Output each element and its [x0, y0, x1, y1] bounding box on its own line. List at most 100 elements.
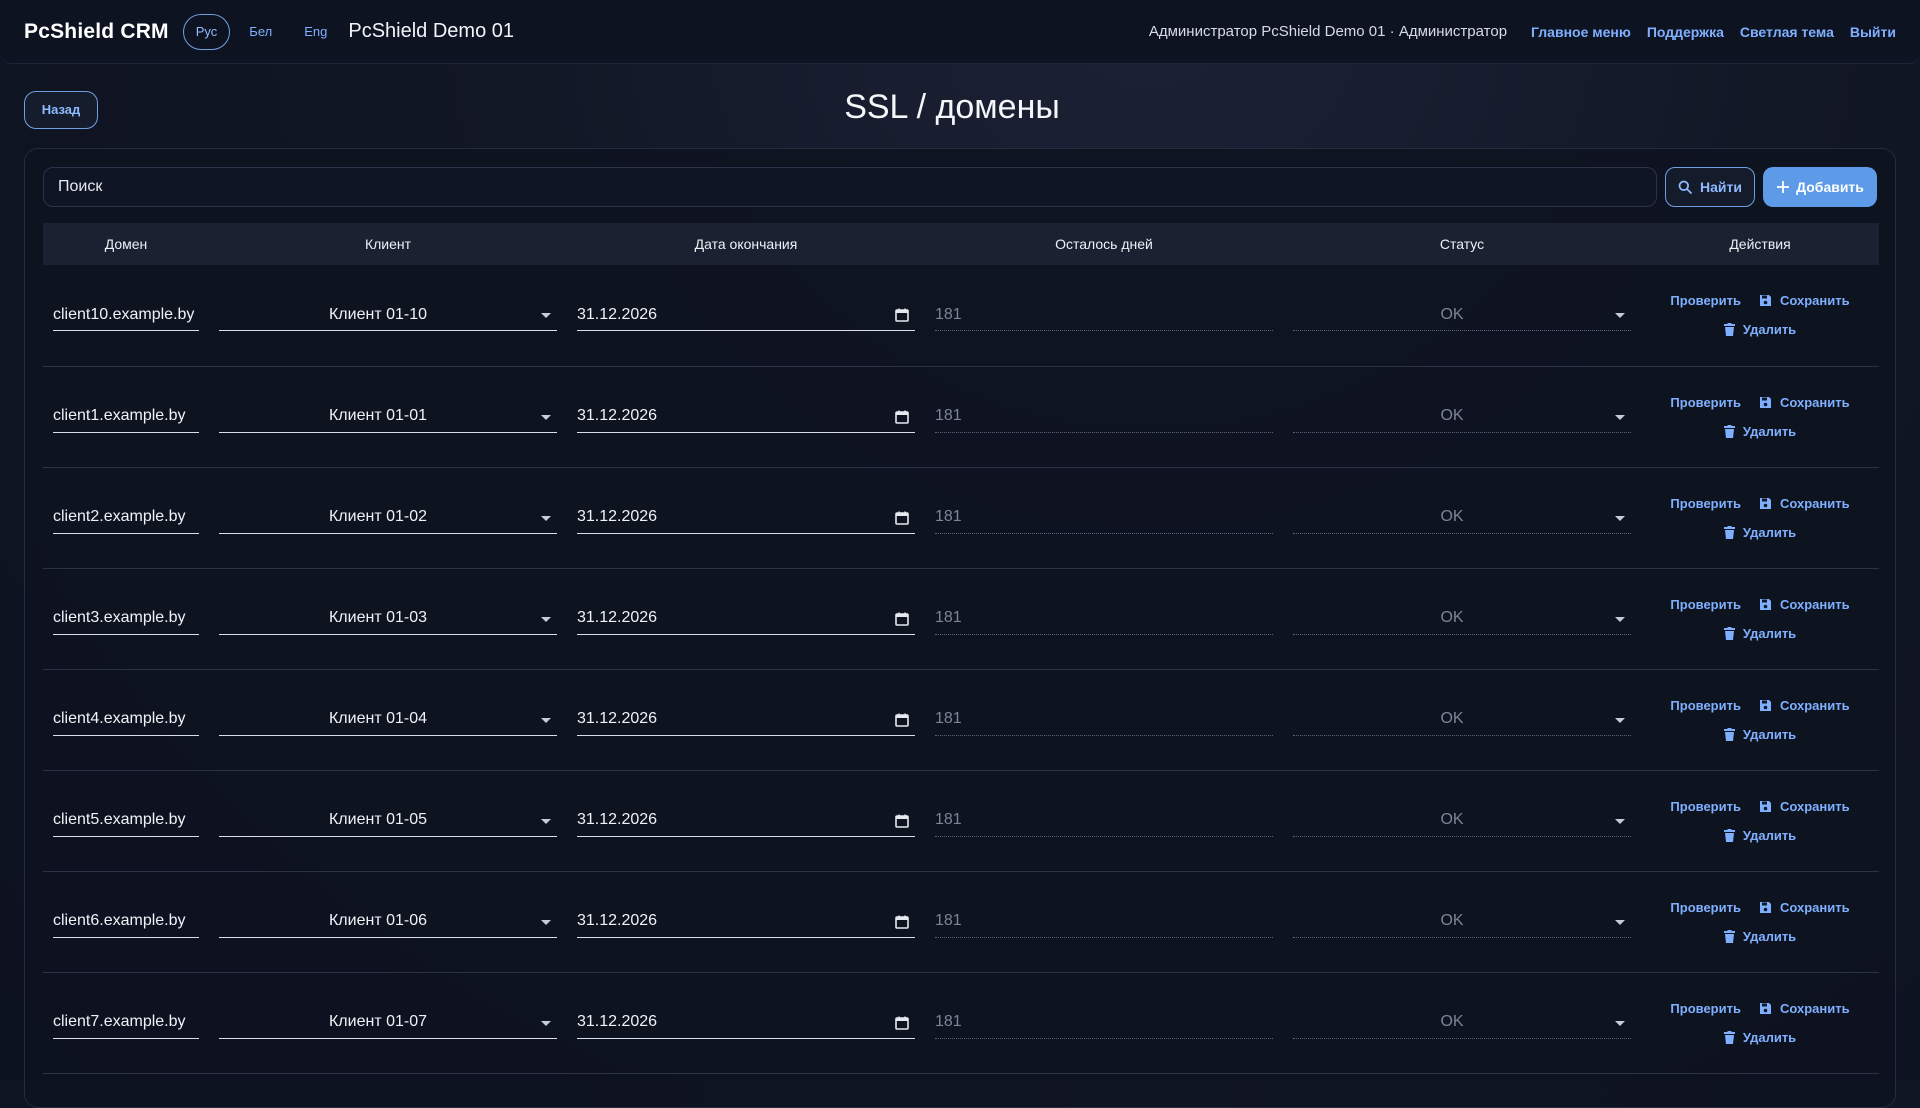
days-left-field: 181 — [935, 401, 1273, 433]
save-button[interactable]: Сохранить — [1759, 496, 1850, 511]
top-bar: PcShield CRM Рус Бел Eng PcShield Demo 0… — [0, 0, 1920, 64]
calendar-icon[interactable] — [895, 612, 909, 626]
calendar-icon[interactable] — [895, 915, 909, 929]
calendar-icon[interactable] — [895, 410, 909, 424]
calendar-icon[interactable] — [895, 814, 909, 828]
delete-button[interactable]: Удалить — [1723, 626, 1796, 641]
client-select[interactable]: Клиент 01-01 — [219, 401, 557, 433]
trash-icon — [1723, 929, 1735, 943]
status-select[interactable]: OK — [1293, 805, 1631, 837]
delete-button[interactable]: Удалить — [1723, 928, 1797, 944]
client-select[interactable]: Клиент 01-05 — [219, 805, 557, 837]
client-select[interactable]: Клиент 01-02 — [219, 502, 557, 534]
domain-input[interactable]: client7.example.by — [53, 1007, 199, 1039]
status-value: OK — [1440, 305, 1464, 323]
days-left-value: 181 — [935, 305, 962, 323]
save-button-label: Сохранить — [1779, 394, 1850, 410]
row-actions-top: Проверить Сохранить — [1670, 799, 1849, 814]
find-button-label: Найти — [1700, 179, 1742, 195]
save-button[interactable]: Сохранить — [1759, 597, 1850, 612]
expiry-date-input[interactable]: 31.12.2026 — [577, 805, 915, 837]
delete-button-label: Удалить — [1742, 928, 1797, 944]
check-button[interactable]: Проверить — [1670, 1001, 1741, 1016]
check-button-label: Проверить — [1670, 394, 1741, 410]
client-value: Клиент 01-01 — [328, 407, 428, 424]
search-input[interactable] — [43, 167, 1657, 207]
check-button[interactable]: Проверить — [1670, 900, 1741, 915]
domain-input[interactable]: client1.example.by — [53, 401, 199, 433]
expiry-date-input[interactable]: 31.12.2026 — [577, 299, 915, 332]
save-button[interactable]: Сохранить — [1759, 395, 1850, 410]
status-select[interactable]: OK — [1293, 401, 1631, 433]
client-select[interactable]: Клиент 01-04 — [219, 704, 557, 736]
main-menu-link[interactable]: Главное меню — [1531, 24, 1631, 40]
trash-icon — [1723, 1030, 1735, 1044]
expiry-date-input[interactable]: 31.12.2026 — [577, 704, 915, 736]
delete-button[interactable]: Удалить — [1723, 424, 1796, 439]
delete-button[interactable]: Удалить — [1723, 828, 1796, 843]
delete-button[interactable]: Удалить — [1723, 727, 1796, 742]
expiry-date-input[interactable]: 31.12.2026 — [577, 401, 915, 433]
status-select[interactable]: OK — [1293, 502, 1631, 534]
lang-ru-button[interactable]: Рус — [182, 13, 231, 50]
domain-input[interactable]: client5.example.by — [53, 805, 199, 837]
support-link[interactable]: Поддержка — [1647, 24, 1724, 40]
brand-logo[interactable]: PcShield CRM — [24, 20, 169, 44]
expiry-date-input[interactable]: 31.12.2026 — [577, 1007, 915, 1039]
find-button[interactable]: Найти — [1665, 167, 1755, 207]
delete-button[interactable]: Удалить — [1723, 525, 1796, 540]
client-select[interactable]: Клиент 01-03 — [219, 603, 557, 635]
calendar-icon[interactable] — [895, 1016, 909, 1030]
save-button[interactable]: Сохранить — [1759, 799, 1850, 814]
lang-be-button[interactable]: Бел — [236, 14, 285, 50]
calendar-icon[interactable] — [895, 308, 909, 323]
domain-input[interactable]: client6.example.by — [53, 906, 199, 938]
status-select[interactable]: OK — [1293, 603, 1631, 635]
expiry-date-value: 31.12.2026 — [577, 609, 658, 626]
check-button[interactable]: Проверить — [1670, 698, 1741, 713]
expiry-date-input[interactable]: 31.12.2026 — [577, 502, 915, 534]
domain-value: client4.example.by — [53, 710, 186, 727]
chevron-down-icon — [1615, 313, 1625, 319]
domain-input[interactable]: client4.example.by — [53, 704, 199, 736]
add-button[interactable]: Добавить — [1763, 167, 1877, 207]
expiry-date-value: 31.12.2026 — [577, 710, 658, 727]
calendar-icon[interactable] — [895, 511, 909, 525]
check-button[interactable]: Проверить — [1670, 597, 1741, 612]
status-select[interactable]: OK — [1293, 906, 1631, 938]
domain-input[interactable]: client3.example.by — [53, 603, 199, 635]
check-button[interactable]: Проверить — [1670, 496, 1741, 511]
save-button[interactable]: Сохранить — [1759, 1001, 1850, 1016]
status-value: OK — [1440, 811, 1464, 828]
expiry-date-input[interactable]: 31.12.2026 — [577, 603, 915, 635]
status-select[interactable]: OK — [1293, 299, 1631, 332]
delete-button[interactable]: Удалить — [1723, 1029, 1797, 1045]
status-select[interactable]: OK — [1293, 1007, 1631, 1039]
light-theme-link[interactable]: Светлая тема — [1740, 24, 1834, 40]
domain-value: client6.example.by — [53, 912, 186, 929]
domain-input[interactable]: client2.example.by — [53, 502, 199, 534]
check-button[interactable]: Проверить — [1670, 293, 1741, 308]
days-left-field: 181 — [935, 502, 1273, 534]
delete-button[interactable]: Удалить — [1723, 322, 1796, 337]
client-select[interactable]: Клиент 01-10 — [219, 299, 557, 332]
check-button[interactable]: Проверить — [1670, 395, 1741, 410]
client-select[interactable]: Клиент 01-07 — [219, 1007, 557, 1039]
check-button[interactable]: Проверить — [1670, 799, 1741, 814]
lang-en-button[interactable]: Eng — [291, 14, 340, 50]
check-button-label: Проверить — [1670, 798, 1741, 814]
delete-button-label: Удалить — [1742, 1029, 1797, 1045]
client-select[interactable]: Клиент 01-06 — [219, 906, 557, 938]
status-value: OK — [1440, 508, 1464, 525]
expiry-date-value: 31.12.2026 — [577, 305, 658, 323]
save-button[interactable]: Сохранить — [1759, 293, 1850, 308]
calendar-icon[interactable] — [895, 713, 909, 727]
save-button[interactable]: Сохранить — [1759, 900, 1850, 915]
logout-link[interactable]: Выйти — [1850, 24, 1896, 40]
save-button[interactable]: Сохранить — [1759, 698, 1850, 713]
domain-input[interactable]: client10.example.by — [53, 299, 199, 332]
expiry-date-input[interactable]: 31.12.2026 — [577, 906, 915, 938]
status-select[interactable]: OK — [1293, 704, 1631, 736]
row-actions-top: Проверить Сохранить — [1670, 293, 1849, 308]
table-header: Домен Клиент Дата окончания Осталось дне… — [43, 223, 1879, 265]
